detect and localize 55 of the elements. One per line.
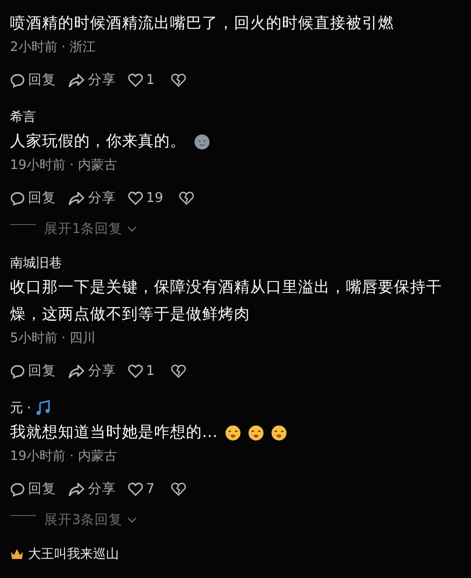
comment-meta: 19小时前 · 内蒙古 [10,448,118,466]
comment-text: 人家玩假的，你来真的。 [10,131,186,152]
dislike-button[interactable] [170,364,186,378]
dislike-button[interactable] [170,482,186,496]
like-button[interactable]: 7 [128,481,155,497]
like-button[interactable]: 1 [128,363,155,379]
share-button[interactable]: 分享 [68,362,116,380]
comment-text: 喷酒精的时候酒精流出嘴巴了，回火的时候直接被引燃 [10,13,394,34]
drooling-face-icon [248,424,264,440]
drooling-face-icon [270,424,286,440]
chevron-down-icon [126,225,137,233]
user-name[interactable]: 元 [10,399,23,417]
broken-heart-icon [170,482,186,496]
broken-heart-icon [179,191,194,205]
comment-text: 收口那一下是关键，保障没有酒精从口里溢出，嘴唇要保持干燥，这两点做不到等于是做鲜烤肉 [10,277,443,325]
speech-bubble-icon [10,364,25,378]
speech-bubble-icon [10,482,25,496]
heart-icon [128,73,143,87]
dislike-button[interactable] [170,73,186,87]
comment-meta: 19小时前 · 内蒙古 [10,157,118,175]
share-arrow-icon [68,482,85,496]
expand-replies-button[interactable]: 展开3条回复 [44,511,137,529]
reply-button[interactable]: 回复 [10,71,56,89]
dislike-button[interactable] [179,191,194,205]
like-button[interactable]: 1 [128,72,155,88]
separator-dot: · [27,400,32,416]
comment-text: 我就想知道当时她是咋想的… [10,422,218,443]
broken-heart-icon [170,364,186,378]
reply-button[interactable]: 回复 [10,189,56,207]
heart-icon [128,482,143,496]
speech-bubble-icon [10,72,25,88]
reply-button[interactable]: 回复 [10,362,56,380]
neutral-face-icon [194,134,210,150]
music-note-icon [35,400,52,416]
crown-icon [10,548,24,560]
speech-bubble-icon [10,190,25,206]
share-arrow-icon [68,364,85,378]
user-name[interactable]: 南城旧巷 [10,254,62,272]
drooling-face-icon [224,424,240,440]
share-button[interactable]: 分享 [68,189,116,207]
broken-heart-icon [170,73,186,87]
comment-meta: 5小时前 · 四川 [10,330,97,348]
share-button[interactable]: 分享 [68,480,116,498]
expand-replies-button[interactable]: 展开1条回复 [44,220,137,238]
reply-button[interactable]: 回复 [10,480,56,498]
user-name[interactable]: 希言 [10,108,36,126]
share-arrow-icon [68,72,85,88]
chevron-down-icon [126,516,137,524]
user-name[interactable]: 大王叫我来巡山 [28,545,119,563]
like-button[interactable]: 19 [128,190,164,206]
comment-meta: 2小时前 · 浙江 [10,39,97,57]
heart-icon [128,364,143,378]
heart-icon [128,191,143,205]
share-arrow-icon [68,190,85,206]
share-button[interactable]: 分享 [68,71,116,89]
